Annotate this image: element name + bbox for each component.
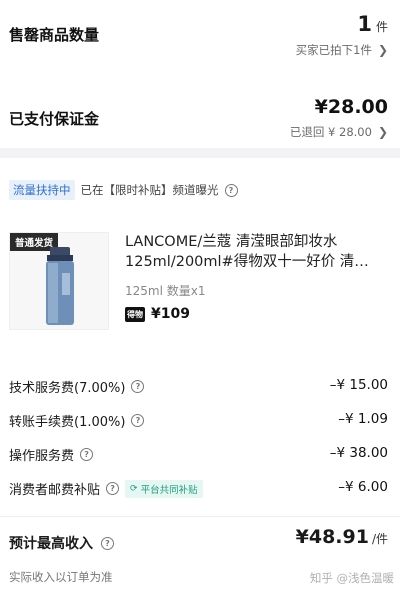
- deposit-refund-link[interactable]: 已退回 ¥ 28.00 ❯: [290, 124, 388, 140]
- deposit-sub: 已退回 ¥ 28.00: [289, 125, 372, 139]
- fee-label: 消费者邮费补贴: [9, 483, 101, 498]
- fee-label-group: 技术服务费(7.00%) ?: [9, 377, 145, 396]
- sold-qty-detail-link[interactable]: 买家已拍下1件 ❯: [296, 42, 388, 58]
- detail-section: 流量扶持中 已在【限时补贴】频道曝光 ? 普通发货 LANCOME/兰蔻 清滢眼…: [0, 158, 400, 598]
- product-title: LANCOME/兰蔻 清滢眼部卸妆水 125ml/200ml#得物双十一好价 清…: [125, 234, 369, 270]
- question-icon[interactable]: ?: [101, 536, 114, 550]
- question-icon[interactable]: ?: [106, 482, 120, 495]
- fee-label-group: 操作服务费 ?: [9, 445, 94, 464]
- section-divider: [0, 148, 400, 158]
- summary-section: 售罄商品数量 1 件 买家已拍下1件 ❯ 已支付保证金 ¥28.00 已退回 ¥…: [0, 0, 400, 148]
- income-unit: /件: [371, 532, 388, 546]
- product-image: 普通发货: [9, 232, 109, 330]
- fee-label: 操作服务费: [9, 449, 75, 464]
- fee-value: –¥ 1.09: [338, 411, 388, 427]
- sold-qty-label: 售罄商品数量: [9, 26, 100, 44]
- income-value: ¥48.91: [295, 526, 369, 548]
- sold-qty-number: 1: [357, 12, 372, 36]
- fee-divider: [0, 516, 400, 517]
- question-icon[interactable]: ?: [131, 380, 145, 393]
- income-label-group: 预计最高收入 ?: [9, 533, 114, 553]
- fee-value: –¥ 6.00: [338, 479, 388, 495]
- fee-row: 转账手续费(1.00%) ? –¥ 1.09: [0, 407, 400, 433]
- fee-label-group: 消费者邮费补贴 ? ⟳ 平台共同补贴: [9, 479, 203, 498]
- refresh-icon: ⟳: [130, 483, 138, 494]
- chevron-right-icon: ❯: [377, 125, 388, 139]
- subsidy-badge-label: 平台共同补贴: [140, 484, 198, 496]
- sold-qty-value: 1 件: [357, 12, 388, 36]
- product-spec: 125ml 数量x1: [125, 284, 206, 298]
- fee-row: 消费者邮费补贴 ? ⟳ 平台共同补贴 –¥ 6.00: [0, 475, 400, 501]
- watermark: 知乎 @浅色温暖: [309, 571, 394, 585]
- fee-label: 技术服务费(7.00%): [9, 381, 126, 396]
- fee-value: –¥ 15.00: [329, 377, 388, 393]
- question-icon[interactable]: ?: [131, 414, 145, 427]
- sold-qty-sub: 买家已拍下1件: [295, 43, 372, 57]
- sold-qty-unit: 件: [375, 20, 388, 34]
- income-label: 预计最高收入: [9, 536, 93, 552]
- question-icon[interactable]: ?: [224, 183, 238, 197]
- traffic-text: 已在【限时补贴】频道曝光: [80, 183, 219, 197]
- fee-label: 转账手续费(1.00%): [9, 415, 126, 430]
- chevron-right-icon: ❯: [377, 43, 388, 57]
- deposit-label: 已支付保证金: [9, 110, 100, 128]
- product-price-row: 得物 ¥109: [125, 306, 190, 322]
- deposit-value: ¥28.00: [314, 96, 388, 118]
- platform-icon: 得物: [125, 306, 145, 322]
- traffic-badge: 流量扶持中: [9, 180, 75, 200]
- income-value-group: ¥48.91 /件: [296, 526, 388, 548]
- product-card[interactable]: 普通发货 LANCOME/兰蔻 清滢眼部卸妆水 125ml/200ml#得物双十…: [9, 232, 389, 332]
- question-icon[interactable]: ?: [80, 448, 94, 461]
- traffic-row: 流量扶持中 已在【限时补贴】频道曝光 ?: [9, 180, 238, 200]
- subsidy-badge: ⟳ 平台共同补贴: [125, 479, 203, 498]
- fee-value: –¥ 38.00: [329, 445, 388, 461]
- income-note: 实际收入以订单为准: [9, 570, 113, 584]
- fee-row: 技术服务费(7.00%) ? –¥ 15.00: [0, 373, 400, 399]
- fee-label-group: 转账手续费(1.00%) ?: [9, 411, 145, 430]
- bottle-image: [46, 247, 74, 325]
- product-price: ¥109: [151, 306, 190, 322]
- fee-row: 操作服务费 ? –¥ 38.00: [0, 441, 400, 467]
